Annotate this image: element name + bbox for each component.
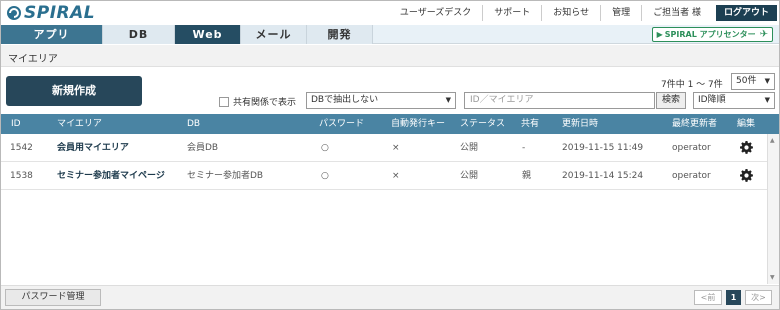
search-input[interactable]: ID／マイエリア <box>464 92 655 109</box>
sort-value: ID降順 <box>698 95 726 105</box>
top-header: SPIRAL ユーザーズデスク サポート お知らせ 管理 ご担当者 様 ログアウ… <box>1 1 779 25</box>
gear-icon[interactable] <box>740 141 753 154</box>
col-area[interactable]: マイエリア <box>57 114 102 134</box>
app-center-link[interactable]: ▶ SPIRAL アプリセンター ✈ <box>651 27 773 42</box>
chevron-down-icon: ▼ <box>445 96 451 104</box>
chevron-down-icon: ▼ <box>764 77 770 85</box>
table-row[interactable]: 1538 セミナー参加者マイページ セミナー参加者DB ○ × 公開 親 201… <box>1 162 767 190</box>
password-manage-button[interactable]: パスワード管理 <box>5 289 101 306</box>
col-updated[interactable]: 更新日時 <box>562 114 598 134</box>
logout-button[interactable]: ログアウト <box>715 5 777 21</box>
col-db[interactable]: DB <box>187 114 200 134</box>
col-password[interactable]: パスワード <box>319 114 364 134</box>
col-updater[interactable]: 最終更新者 <box>672 114 717 134</box>
col-autokey[interactable]: 自動発行キー <box>391 114 445 134</box>
tab-dev[interactable]: 開発 <box>307 25 373 44</box>
col-status[interactable]: ステータス <box>460 114 505 134</box>
gear-icon[interactable] <box>740 169 753 182</box>
header-links: ユーザーズデスク サポート お知らせ 管理 ご担当者 様 ログアウト <box>389 5 777 21</box>
db-filter-value: DBで抽出しない <box>311 95 379 105</box>
cell-area-link[interactable]: 会員用マイエリア <box>57 134 129 162</box>
table-row[interactable]: 1542 会員用マイエリア 会員DB ○ × 公開 - 2019-11-15 1… <box>1 134 767 162</box>
current-page[interactable]: 1 <box>726 290 741 305</box>
link-user-name[interactable]: ご担当者 様 <box>641 5 712 21</box>
tab-app[interactable]: アプリ <box>1 25 103 44</box>
link-users-desk[interactable]: ユーザーズデスク <box>389 5 482 21</box>
per-page-value: 50件 <box>736 76 757 86</box>
cell-updater: operator <box>672 171 711 181</box>
cell-updated: 2019-11-14 15:24 <box>562 171 644 181</box>
cell-autokey: × <box>392 143 400 153</box>
prev-page-button[interactable]: <前 <box>694 290 722 305</box>
col-edit: 編集 <box>737 119 756 129</box>
cell-id: 1538 <box>10 171 33 181</box>
shared-checkbox-label: 共有関係で表示 <box>233 98 297 108</box>
new-button[interactable]: 新規作成 <box>6 76 142 106</box>
tab-web[interactable]: Web <box>175 25 241 44</box>
next-page-button[interactable]: 次> <box>745 290 772 305</box>
scroll-down-icon[interactable]: ▼ <box>770 274 775 281</box>
tab-db[interactable]: DB <box>103 25 175 44</box>
sort-select[interactable]: ID降順 ▼ <box>693 92 775 109</box>
spiral-logo[interactable]: SPIRAL <box>6 3 96 23</box>
logo-text: SPIRAL <box>24 3 96 23</box>
cell-area-link[interactable]: セミナー参加者マイページ <box>57 162 165 190</box>
app-center-label: SPIRAL アプリセンター <box>664 30 756 39</box>
cell-db: セミナー参加者DB <box>187 171 264 181</box>
cell-updater: operator <box>672 143 711 153</box>
breadcrumb-bar: マイエリア <box>1 45 779 67</box>
scroll-up-icon[interactable]: ▲ <box>770 137 775 144</box>
cell-db: 会員DB <box>187 143 219 153</box>
cell-updated: 2019-11-15 11:49 <box>562 143 644 153</box>
shared-checkbox[interactable] <box>219 96 229 107</box>
cell-password: ○ <box>321 143 329 153</box>
main-nav: アプリ DB Web メール 開発 ▶ SPIRAL アプリセンター ✈ <box>1 25 779 44</box>
breadcrumb: マイエリア <box>8 54 58 65</box>
vertical-scrollbar[interactable]: ▲ ▼ <box>767 134 779 284</box>
cell-shared: - <box>522 143 526 153</box>
per-page-select[interactable]: 50件 ▼ <box>731 73 775 90</box>
tab-mail[interactable]: メール <box>241 25 307 44</box>
cell-password: ○ <box>321 171 329 181</box>
link-support[interactable]: サポート <box>482 5 541 21</box>
cell-id: 1542 <box>10 143 33 153</box>
link-news[interactable]: お知らせ <box>541 5 600 21</box>
search-button[interactable]: 検索 <box>656 92 686 109</box>
cell-status: 公開 <box>460 143 479 153</box>
shared-filter[interactable]: 共有関係で表示 <box>219 95 296 108</box>
footer-bar: パスワード管理 <前 1 次> <box>1 285 779 309</box>
spiral-logo-icon <box>7 6 21 20</box>
chevron-down-icon: ▼ <box>764 96 770 104</box>
col-id[interactable]: ID <box>11 114 21 134</box>
arrow-right-icon: ▶ <box>656 30 663 39</box>
link-admin[interactable]: 管理 <box>600 5 641 21</box>
table-header: ID マイエリア DB パスワード 自動発行キー ステータス 共有 更新日時 最… <box>1 114 779 134</box>
cell-autokey: × <box>392 171 400 181</box>
cell-shared: 親 <box>522 171 532 181</box>
airplane-icon: ✈ <box>759 29 768 40</box>
cell-status: 公開 <box>460 171 479 181</box>
db-filter-select[interactable]: DBで抽出しない ▼ <box>306 92 456 109</box>
col-shared[interactable]: 共有 <box>521 114 539 134</box>
result-count: 7件中 1 ～ 7件 <box>661 80 723 90</box>
